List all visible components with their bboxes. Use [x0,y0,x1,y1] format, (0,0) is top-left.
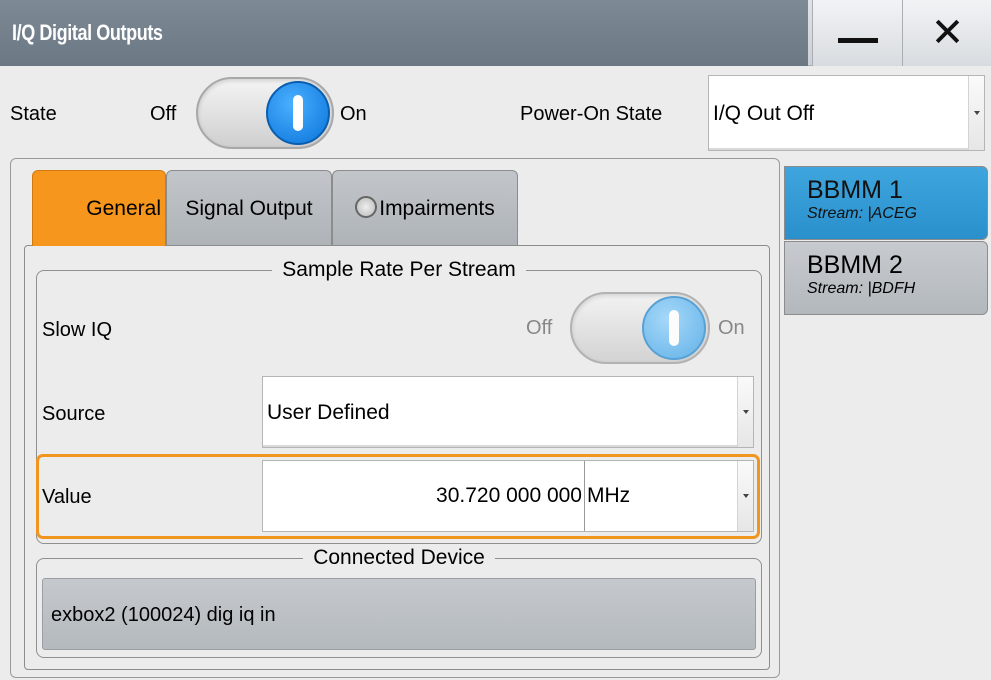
stream-button-bbmm2[interactable]: BBMM 2 Stream: |BDFH [784,241,988,315]
slow-iq-off-label: Off [526,317,553,339]
toggle-knob-icon [266,81,330,145]
dropdown-arrow-icon [737,461,753,531]
state-label: State [10,103,57,125]
tab-general[interactable]: General [32,170,166,246]
stream-button-bbmm1[interactable]: BBMM 1 Stream: |ACEG [784,166,988,240]
source-dropdown[interactable]: User Defined [262,376,754,448]
connected-device-value: exbox2 (100024) dig iq in [42,578,756,650]
power-on-state-dropdown[interactable]: I/Q Out Off [708,75,985,151]
value-input[interactable]: 30.720 000 000 MHz [262,460,754,532]
slow-iq-toggle[interactable] [570,292,710,364]
state-toggle[interactable] [196,77,334,149]
slow-iq-label: Slow IQ [42,319,113,341]
value-number[interactable]: 30.720 000 000 [263,461,585,531]
minimize-button[interactable] [812,0,902,66]
state-off-label: Off [150,103,177,125]
dropdown-arrow-icon [968,76,984,150]
tab-impairments[interactable]: Impairments [332,170,518,246]
value-unit-select[interactable]: MHz [586,461,630,531]
source-label: Source [42,403,106,425]
tab-signal-output-label: Signal Output [185,197,313,220]
stream-title: BBMM 2 [807,251,903,279]
tab-general-label: General [86,197,161,220]
stream-subtitle: Stream: |ACEG [807,205,917,222]
indicator-circle-icon [355,196,378,219]
close-icon: ✕ [930,11,965,55]
dropdown-arrow-icon [737,377,753,447]
state-on-label: On [340,103,367,125]
power-on-state-value: I/Q Out Off [713,102,815,125]
title-bar: I/Q Digital Outputs ✕ [0,0,991,66]
power-on-state-label: Power-On State [520,103,663,125]
toggle-knob-icon [642,296,706,360]
tab-signal-output[interactable]: Signal Output [166,170,332,246]
source-value: User Defined [267,401,390,424]
stream-subtitle: Stream: |BDFH [807,280,916,297]
connected-device-group-title: Connected Device [37,545,761,571]
tab-impairments-label: Impairments [379,197,495,220]
slow-iq-on-label: On [718,317,745,339]
value-label: Value [42,486,92,508]
window-title: I/Q Digital Outputs [0,0,808,66]
sample-rate-group-title: Sample Rate Per Stream [37,257,761,283]
minimize-icon [838,38,878,43]
stream-title: BBMM 1 [807,176,903,204]
close-button[interactable]: ✕ [902,0,991,66]
